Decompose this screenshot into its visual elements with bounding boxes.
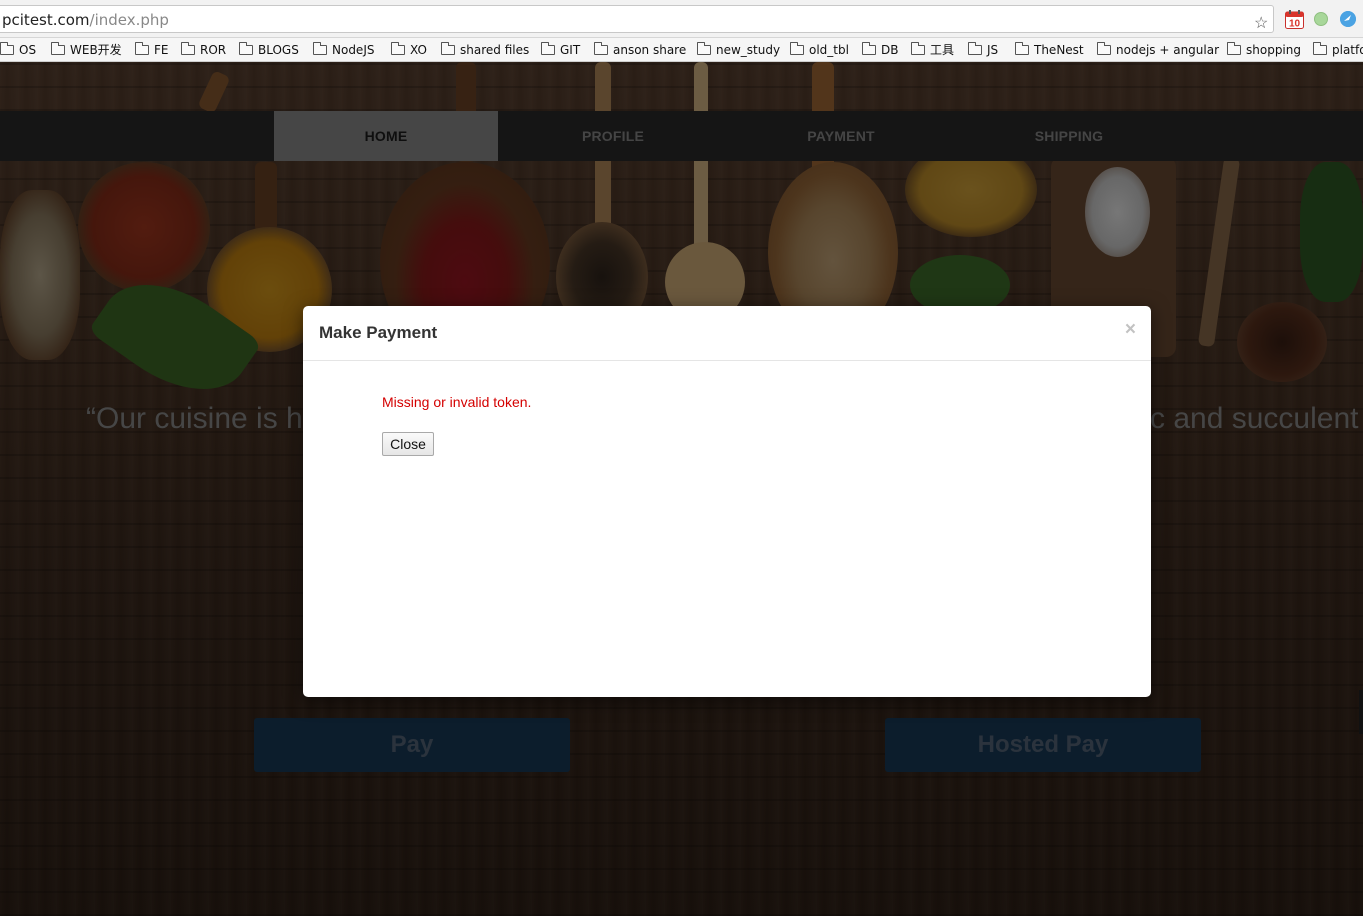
bookmark-label: BLOGS <box>258 42 299 57</box>
scrollbar-edge <box>1359 690 1363 734</box>
bookmark-label: old_tbl <box>809 42 849 57</box>
folder-icon <box>968 41 982 55</box>
modal-header: Make Payment × <box>303 306 1151 361</box>
folder-icon <box>594 41 608 55</box>
browser-toolbar: pcitest.com/index.php ☆ 10 <box>0 0 1363 38</box>
bookmark-label: nodejs + angular <box>1116 42 1220 57</box>
folder-icon <box>441 41 455 55</box>
error-message: Missing or invalid token. <box>382 394 532 410</box>
calendar-extension-icon[interactable]: 10 <box>1285 10 1304 29</box>
url-text: pcitest.com/index.php <box>2 11 169 29</box>
bookmark-label: DB <box>881 42 899 57</box>
bookmark-label: FE <box>154 42 169 57</box>
bookmark-folder[interactable]: ROR <box>181 38 226 61</box>
bookmark-label: JS <box>987 42 999 57</box>
bookmark-label: WEB开发 <box>70 43 122 57</box>
address-bar[interactable]: pcitest.com/index.php ☆ <box>0 5 1274 33</box>
bird-extension-icon[interactable] <box>1340 11 1356 27</box>
bookmark-folder[interactable]: BLOGS <box>239 38 299 61</box>
folder-icon <box>862 41 876 55</box>
folder-icon <box>391 41 405 55</box>
bookmark-label: XO <box>410 42 427 57</box>
bookmark-folder[interactable]: FE <box>135 38 168 61</box>
bookmark-label: shopping <box>1246 42 1301 57</box>
folder-icon <box>1097 41 1111 55</box>
folder-icon <box>1227 41 1241 55</box>
close-icon[interactable]: × <box>1125 320 1136 339</box>
folder-icon <box>1313 41 1327 55</box>
bookmark-label: 工具 <box>930 43 955 57</box>
bookmark-folder[interactable]: shared files <box>441 38 529 61</box>
bookmark-folder[interactable]: new_study <box>697 38 780 61</box>
folder-icon <box>911 41 925 55</box>
close-button[interactable]: Close <box>382 432 434 456</box>
bookmark-folder[interactable]: WEB开发 <box>51 38 122 61</box>
url-host: pcitest.com <box>2 11 90 29</box>
bookmark-label: TheNest <box>1034 42 1084 57</box>
bookmark-label: platfo <box>1332 42 1363 57</box>
bookmark-folder[interactable]: GIT <box>541 38 580 61</box>
bookmark-folder[interactable]: JS <box>968 38 998 61</box>
bookmark-star-icon[interactable]: ☆ <box>1254 16 1268 32</box>
folder-icon <box>51 41 65 55</box>
folder-icon <box>697 41 711 55</box>
bookmark-label: OS <box>19 42 37 57</box>
bookmark-folder[interactable]: DB <box>862 38 898 61</box>
bookmarks-bar: OS WEB开发 FE ROR BLOGS NodeJS XO shared f… <box>0 38 1363 62</box>
bookmark-folder[interactable]: TheNest <box>1015 38 1084 61</box>
folder-icon <box>181 41 195 55</box>
make-payment-modal: Make Payment × Missing or invalid token.… <box>303 306 1151 697</box>
bookmark-label: NodeJS <box>332 42 375 57</box>
bookmark-folder[interactable]: NodeJS <box>313 38 374 61</box>
folder-icon <box>239 41 253 55</box>
bookmark-label: anson share <box>613 42 687 57</box>
folder-icon <box>313 41 327 55</box>
bookmark-label: new_study <box>716 42 781 57</box>
bookmark-folder[interactable]: OS <box>0 38 36 61</box>
bookmark-folder[interactable]: shopping <box>1227 38 1301 61</box>
calendar-badge: 10 <box>1289 19 1301 30</box>
bookmark-label: ROR <box>200 42 227 57</box>
folder-icon <box>0 41 14 55</box>
bookmark-folder[interactable]: old_tbl <box>790 38 849 61</box>
folder-icon <box>541 41 555 55</box>
bookmark-folder[interactable]: platfo <box>1313 38 1363 61</box>
folder-icon <box>1015 41 1029 55</box>
folder-icon <box>790 41 804 55</box>
folder-icon <box>135 41 149 55</box>
bookmark-folder[interactable]: 工具 <box>911 38 954 61</box>
bookmark-label: shared files <box>460 42 530 57</box>
bookmark-folder[interactable]: nodejs + angular <box>1097 38 1219 61</box>
url-path: /index.php <box>89 11 169 29</box>
modal-title: Make Payment <box>319 323 438 342</box>
bookmark-label: GIT <box>560 42 581 57</box>
status-extension-icon[interactable] <box>1314 12 1328 26</box>
bookmark-folder[interactable]: XO <box>391 38 427 61</box>
bookmark-folder[interactable]: anson share <box>594 38 686 61</box>
